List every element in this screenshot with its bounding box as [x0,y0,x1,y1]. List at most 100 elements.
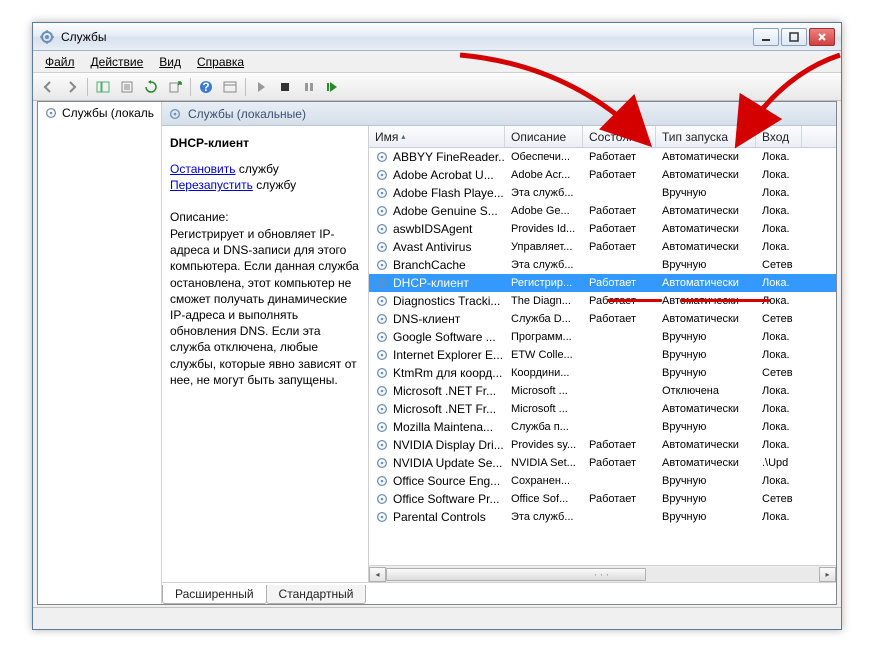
cell-startup: Автоматически [656,151,756,163]
show-hide-tree-button[interactable] [92,76,114,98]
table-row[interactable]: Microsoft .NET Fr...Microsoft ...Автомат… [369,400,836,418]
list-body[interactable]: ABBYY FineReader...Обеспечи...РаботаетАв… [369,148,836,565]
table-row[interactable]: Avast AntivirusУправляет...РаботаетАвтом… [369,238,836,256]
table-row[interactable]: NVIDIA Update Se...NVIDIA Set...Работает… [369,454,836,472]
cell-startup: Вручную [656,259,756,271]
cell-desc: Обеспечи... [505,151,583,163]
cell-logon: Лока. [756,151,802,163]
refresh-button[interactable] [140,76,162,98]
cell-startup: Автоматически [656,313,756,325]
cell-state: Работает [583,223,656,235]
col-header-name[interactable]: Имя▴ [369,126,505,147]
table-row[interactable]: Office Source Eng...Сохранен...ВручнуюЛо… [369,472,836,490]
table-row[interactable]: Google Software ...Программ...ВручнуюЛок… [369,328,836,346]
col-header-state[interactable]: Состояние [583,126,656,147]
table-row[interactable]: Mozilla Maintena...Служба п...ВручнуюЛок… [369,418,836,436]
cell-desc: Office Sof... [505,493,583,505]
menu-help[interactable]: Справка [189,53,252,71]
close-button[interactable] [809,28,835,46]
description-label: Описание: [170,210,360,224]
cell-logon: Лока. [756,511,802,523]
table-row[interactable]: Adobe Genuine S...Adobe Ge...РаботаетАвт… [369,202,836,220]
content-split: DHCP-клиент Остановить службу Перезапуст… [162,126,836,582]
cell-state: Работает [583,439,656,451]
table-row[interactable]: Diagnostics Tracki...The Diagn...Работае… [369,292,836,310]
tree-root-label: Службы (локаль [62,106,154,120]
cell-logon: Лока. [756,475,802,487]
export-button[interactable] [164,76,186,98]
cell-name: Adobe Acrobat U... [369,168,505,182]
cell-name: ABBYY FineReader... [369,150,505,164]
cell-desc: Эта служб... [505,187,583,199]
restart-button[interactable] [322,76,344,98]
list-header: Имя▴ Описание Состояние Тип запуска Вход [369,126,836,148]
sort-asc-icon: ▴ [401,132,405,141]
pause-button[interactable] [298,76,320,98]
cell-desc: Adobe Acr... [505,169,583,181]
table-row[interactable]: Internet Explorer E...ETW Colle...Вручну… [369,346,836,364]
table-row[interactable]: aswbIDSAgentProvides Id...РаботаетАвтома… [369,220,836,238]
tab-standard[interactable]: Стандартный [266,585,367,604]
description-text: Регистрирует и обновляет IP-адреса и DNS… [170,226,360,388]
list-icon-button[interactable] [219,76,241,98]
cell-name: aswbIDSAgent [369,222,505,236]
cell-desc: Служба D... [505,313,583,325]
minimize-button[interactable] [753,28,779,46]
maximize-button[interactable] [781,28,807,46]
stop-button[interactable] [274,76,296,98]
menu-view[interactable]: Вид [151,53,189,71]
horizontal-scrollbar[interactable]: ◂ ··· ▸ [369,565,836,582]
table-row[interactable]: Parental ControlsЭта служб...ВручнуюЛока… [369,508,836,526]
table-row[interactable]: Adobe Flash Playe...Эта служб...ВручнуюЛ… [369,184,836,202]
list-pane: Имя▴ Описание Состояние Тип запуска Вход… [369,126,836,582]
cell-desc: Эта служб... [505,259,583,271]
table-row[interactable]: DNS-клиентСлужба D...РаботаетАвтоматичес… [369,310,836,328]
gear-icon [375,510,389,524]
scroll-right-button[interactable]: ▸ [819,567,836,582]
cell-state: Работает [583,295,656,307]
table-row[interactable]: Microsoft .NET Fr...Microsoft ...Отключе… [369,382,836,400]
help-button[interactable]: ? [195,76,217,98]
col-header-desc[interactable]: Описание [505,126,583,147]
cell-desc: Служба п... [505,421,583,433]
cell-logon: Лока. [756,241,802,253]
gear-icon [375,312,389,326]
cell-desc: Регистрир... [505,277,583,289]
cell-name: Microsoft .NET Fr... [369,402,505,416]
table-row[interactable]: Adobe Acrobat U...Adobe Acr...РаботаетАв… [369,166,836,184]
scroll-track[interactable]: ··· [386,567,819,582]
nav-forward-button[interactable] [61,76,83,98]
play-button[interactable] [250,76,272,98]
table-row[interactable]: BranchCacheЭта служб...ВручнуюСетев [369,256,836,274]
nav-back-button[interactable] [37,76,59,98]
scroll-left-button[interactable]: ◂ [369,567,386,582]
col-header-logon[interactable]: Вход [756,126,802,147]
gear-icon [375,204,389,218]
table-row[interactable]: KtmRm для коорд...Координи...ВручнуюСете… [369,364,836,382]
properties-button[interactable] [116,76,138,98]
cell-desc: Adobe Ge... [505,205,583,217]
tab-extended[interactable]: Расширенный [162,585,267,604]
tree-root-item[interactable]: Службы (локаль [38,102,161,124]
gear-icon [375,186,389,200]
cell-state: Работает [583,205,656,217]
cell-name: Adobe Genuine S... [369,204,505,218]
table-row[interactable]: ABBYY FineReader...Обеспечи...РаботаетАв… [369,148,836,166]
cell-name: DHCP-клиент [369,276,505,290]
titlebar[interactable]: Службы [33,23,841,51]
description-pane: DHCP-клиент Остановить службу Перезапуст… [162,126,369,582]
menu-file[interactable]: Файл [37,53,83,71]
cell-desc: Управляет... [505,241,583,253]
cell-startup: Вручную [656,475,756,487]
stop-link[interactable]: Остановить [170,162,236,176]
cell-logon: Лока. [756,295,802,307]
menu-action[interactable]: Действие [83,53,152,71]
restart-link[interactable]: Перезапустить [170,178,253,192]
table-row[interactable]: NVIDIA Display Dri...Provides sy...Работ… [369,436,836,454]
table-row[interactable]: DHCP-клиентРегистрир...РаботаетАвтоматич… [369,274,836,292]
col-header-startup[interactable]: Тип запуска [656,126,756,147]
toolbar-separator [245,78,246,96]
tree-pane[interactable]: Службы (локаль [38,102,162,604]
table-row[interactable]: Office Software Pr...Office Sof...Работа… [369,490,836,508]
cell-logon: Лока. [756,421,802,433]
